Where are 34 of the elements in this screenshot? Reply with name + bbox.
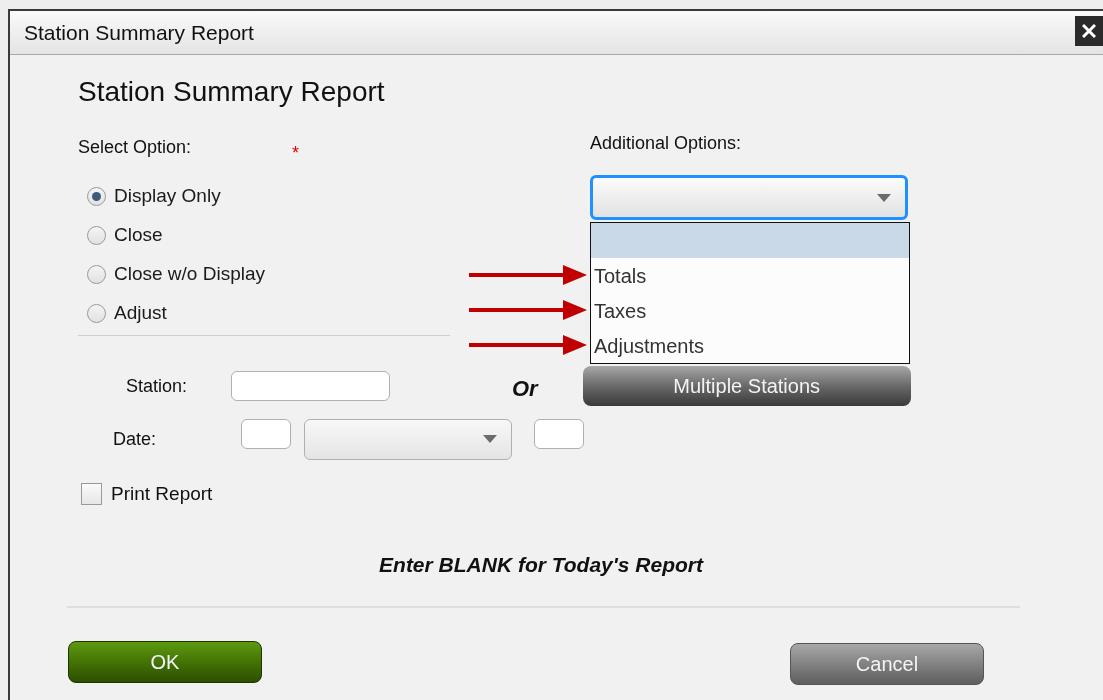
hint-text: Enter BLANK for Today's Report bbox=[379, 551, 703, 578]
print-report-checkbox[interactable] bbox=[81, 483, 102, 506]
radio-label: Close w/o Display bbox=[114, 262, 265, 287]
radio-button[interactable] bbox=[87, 187, 106, 206]
field-label: Date: bbox=[113, 427, 158, 451]
close-icon bbox=[1082, 23, 1096, 38]
checkbox-label: Print Report bbox=[111, 482, 213, 506]
multiple-stations-button[interactable]: Multiple Stations bbox=[582, 366, 911, 406]
radio-button[interactable] bbox=[87, 226, 106, 245]
dropdown-caret-icon bbox=[483, 435, 497, 443]
radio-label: Display Only bbox=[114, 184, 221, 209]
additional-options-select[interactable] bbox=[590, 175, 908, 220]
station-input[interactable] bbox=[231, 371, 390, 401]
date-day-input[interactable] bbox=[241, 419, 291, 449]
dropdown-caret-icon bbox=[877, 193, 891, 202]
dropdown-option[interactable]: Adjustments bbox=[591, 328, 909, 363]
cancel-button[interactable]: Cancel bbox=[790, 643, 984, 685]
field-label: Additional Options: bbox=[590, 132, 743, 155]
or-label: Or bbox=[512, 374, 538, 403]
radio-label: Adjust bbox=[114, 301, 167, 326]
field-label: Select Option: bbox=[78, 136, 192, 159]
dropdown-option[interactable]: Totals bbox=[591, 258, 909, 293]
close-button[interactable] bbox=[1075, 15, 1103, 46]
date-month-select[interactable] bbox=[304, 418, 512, 460]
dropdown-option[interactable]: Taxes bbox=[591, 293, 909, 328]
required-mark: * bbox=[292, 142, 300, 165]
ok-button[interactable]: OK bbox=[68, 641, 262, 683]
dialog-heading: Station Summary Report bbox=[78, 75, 386, 109]
window-title: Station Summary Report bbox=[24, 19, 254, 46]
radio-button[interactable] bbox=[87, 265, 106, 284]
radio-label: Close bbox=[114, 223, 163, 248]
field-label: Station: bbox=[126, 374, 189, 398]
date-year-input[interactable] bbox=[534, 419, 584, 449]
radio-button[interactable] bbox=[87, 304, 106, 323]
